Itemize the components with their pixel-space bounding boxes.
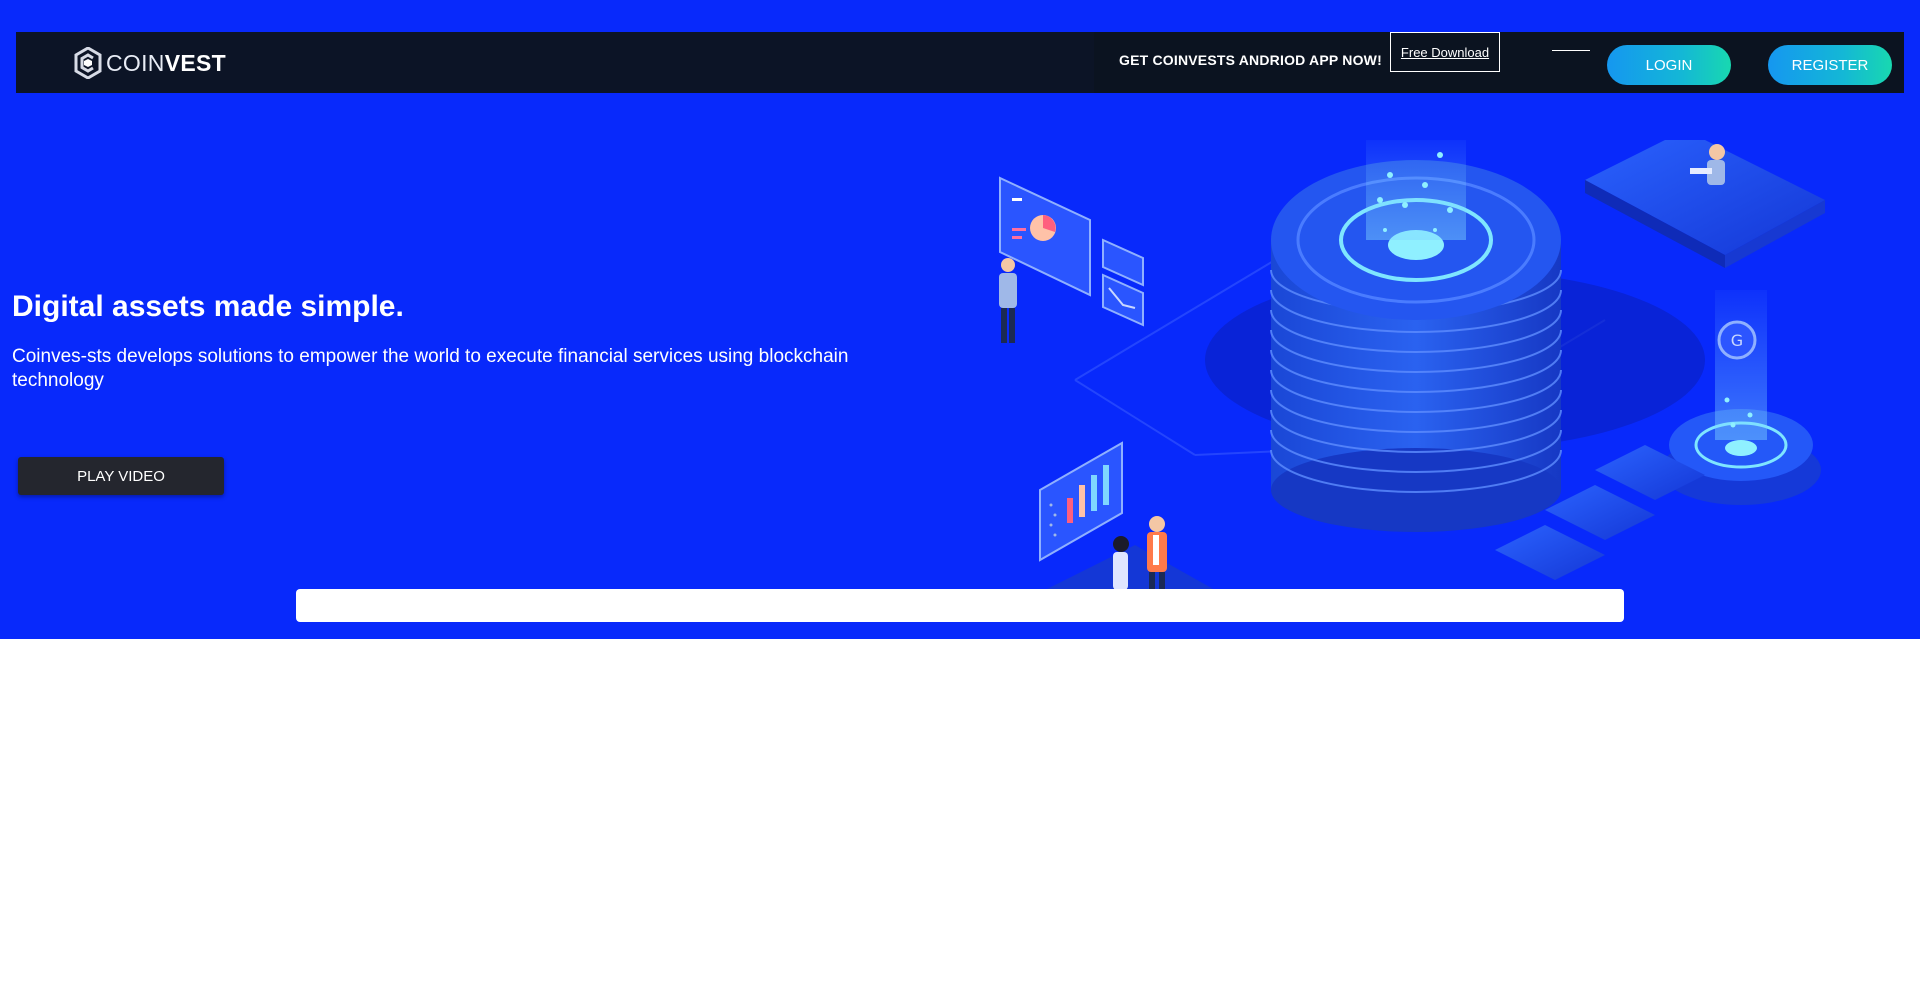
hero-section: COINVEST GET COINVESTS ANDRIOD APP NOW! …: [0, 0, 1920, 639]
play-video-button[interactable]: PLAY VIDEO: [18, 457, 224, 495]
dashboard-panel: [999, 176, 1144, 327]
navbar: COINVEST GET COINVESTS ANDRIOD APP NOW! …: [16, 32, 1904, 93]
login-button[interactable]: LOGIN: [1607, 45, 1731, 85]
bar-chart-panel: [1039, 441, 1123, 562]
brand-logo[interactable]: COINVEST: [74, 47, 226, 79]
app-promo-text: GET COINVESTS ANDRIOD APP NOW!: [1119, 52, 1382, 68]
search-bar[interactable]: [296, 589, 1624, 622]
brand-name-thin: COIN: [106, 49, 165, 76]
blockchain-illustration: G: [999, 140, 1825, 590]
nav-divider-line: [1552, 50, 1590, 51]
register-button[interactable]: REGISTER: [1768, 45, 1892, 85]
free-download-link[interactable]: Free Download: [1390, 32, 1500, 72]
svg-text:G: G: [1731, 331, 1743, 350]
person-left: [999, 258, 1017, 343]
brand-name: COINVEST: [106, 50, 226, 77]
hero-headline: Digital assets made simple.: [12, 290, 404, 323]
desk-platform: [1585, 140, 1825, 268]
database-cylinder: [1270, 140, 1562, 532]
hero-subheadline: Coinves-sts develops solutions to empowe…: [12, 346, 849, 391]
brand-name-bold: VEST: [164, 49, 226, 76]
coinvest-logo-icon: [74, 47, 102, 79]
